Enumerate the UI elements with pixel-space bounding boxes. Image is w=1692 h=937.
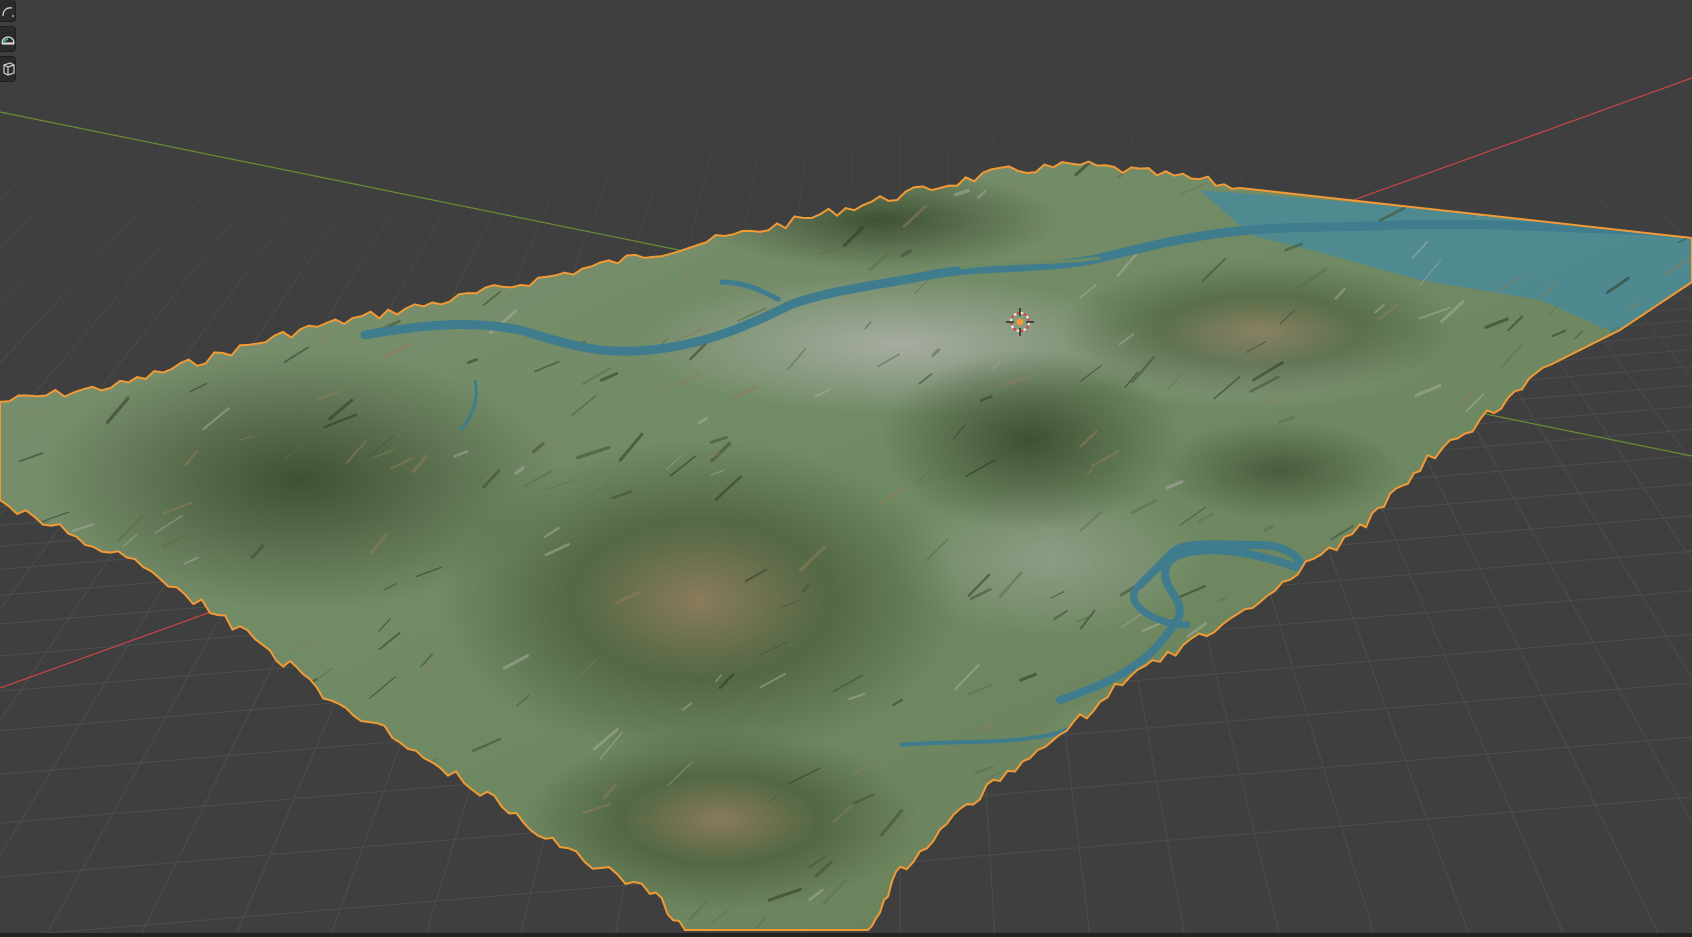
- viewport-scene[interactable]: [0, 0, 1692, 937]
- transform-icon: [1, 6, 14, 17]
- add-cube-tool-button[interactable]: [0, 56, 16, 82]
- mountain-range: [1160, 420, 1400, 520]
- transform-tool-button[interactable]: [0, 0, 16, 22]
- tool-shelf: [0, 0, 16, 82]
- 3d-viewport[interactable]: [0, 0, 1692, 937]
- add-cube-icon: [2, 62, 15, 76]
- protractor-icon: [0, 36, 15, 45]
- status-bar: [0, 933, 1692, 937]
- measure-tool-button[interactable]: [0, 26, 16, 52]
- mountain-range: [880, 350, 1180, 530]
